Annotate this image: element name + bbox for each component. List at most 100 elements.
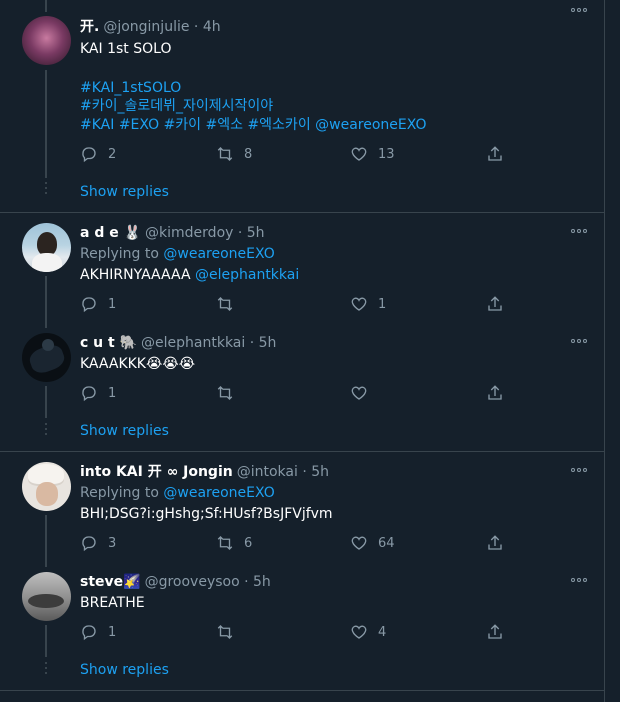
user-handle[interactable]: @kimderdoy bbox=[145, 225, 233, 241]
tweet-time[interactable]: · 5h bbox=[250, 335, 277, 351]
reply-button[interactable]: 3 bbox=[80, 533, 116, 553]
reply-count: 1 bbox=[108, 385, 117, 401]
retweet-button[interactable]: 8 bbox=[216, 144, 252, 164]
user-handle[interactable]: @intokai bbox=[237, 464, 298, 480]
share-button[interactable] bbox=[486, 144, 514, 164]
share-button[interactable] bbox=[486, 383, 514, 403]
like-count: 4 bbox=[378, 624, 387, 640]
retweet-button[interactable]: 6 bbox=[216, 533, 252, 553]
retweet-count: 8 bbox=[244, 146, 253, 162]
hashtags-and-mention[interactable]: #KAI #EXO #카이 #엑소 #엑소카이 @weareoneEXO bbox=[80, 116, 426, 134]
retweet-icon bbox=[217, 297, 233, 311]
reply-button[interactable]: 1 bbox=[80, 383, 116, 403]
like-count: 64 bbox=[378, 535, 395, 551]
reply-icon bbox=[82, 386, 96, 402]
more-options-icon[interactable] bbox=[571, 578, 589, 584]
replying-to-handle[interactable]: @weareoneEXO bbox=[163, 246, 274, 262]
retweet-icon bbox=[217, 536, 233, 550]
tweet[interactable]: a d e 🐰 @kimderdoy · 5h Replying to @wear… bbox=[0, 213, 604, 333]
timeline-border bbox=[604, 0, 605, 702]
hashtag[interactable]: #KAI_1stSOLO bbox=[80, 79, 181, 97]
reply-icon bbox=[82, 297, 96, 313]
thread-gap-dots bbox=[45, 182, 47, 197]
thread-gap-dots bbox=[45, 423, 47, 438]
tweet-header: into KAI 开 ∞ Jongin @intokai · 5h bbox=[80, 463, 329, 481]
replying-to-handle[interactable]: @weareoneEXO bbox=[163, 485, 274, 501]
replying-to: Replying to @weareoneEXO bbox=[80, 245, 275, 263]
retweet-icon bbox=[217, 386, 233, 400]
tweet-actions: 1 bbox=[80, 383, 510, 403]
share-icon bbox=[488, 296, 502, 311]
tweet-text: BHI;DSG?i:gHshg;Sf:HUsf?BsJFVjfvm bbox=[80, 506, 333, 522]
share-button[interactable] bbox=[486, 622, 514, 642]
user-handle[interactable]: @elephantkkai bbox=[141, 335, 245, 351]
retweet-button[interactable] bbox=[216, 383, 244, 403]
tweet-actions: 2 8 13 bbox=[80, 144, 510, 164]
tweet-time[interactable]: · 5h bbox=[244, 574, 271, 590]
like-button[interactable] bbox=[350, 383, 378, 403]
retweet-button[interactable] bbox=[216, 294, 244, 314]
show-replies-link[interactable]: Show replies bbox=[80, 184, 169, 200]
tweet-header: 开. @jonginjulie · 4h bbox=[80, 18, 221, 36]
tweet-header: steve🌠 @grooveysoo · 5h bbox=[80, 573, 271, 591]
display-name[interactable]: into KAI 开 ∞ Jongin bbox=[80, 464, 233, 480]
like-count: 1 bbox=[378, 296, 387, 312]
like-button[interactable]: 4 bbox=[350, 622, 386, 642]
share-button[interactable] bbox=[486, 294, 514, 314]
tweet[interactable]: into KAI 开 ∞ Jongin @intokai · 5h Replyin… bbox=[0, 452, 604, 572]
replying-to-label: Replying to bbox=[80, 485, 159, 501]
tweet[interactable]: c u t 🐘 @elephantkkai · 5h KAAAKKK😭😭😭 1 S… bbox=[0, 333, 604, 451]
show-replies-link[interactable]: Show replies bbox=[80, 662, 169, 678]
reply-button[interactable]: 2 bbox=[80, 144, 116, 164]
retweet-icon bbox=[217, 625, 233, 639]
tweet-actions: 1 4 bbox=[80, 622, 510, 642]
tweet-text: AKHIRNYAAAAA @elephantkkai bbox=[80, 266, 299, 284]
display-name[interactable]: c u t 🐘 bbox=[80, 335, 137, 351]
share-icon bbox=[488, 624, 502, 639]
tweet-header: a d e 🐰 @kimderdoy · 5h bbox=[80, 224, 265, 242]
reply-icon bbox=[82, 625, 96, 641]
heart-icon bbox=[351, 147, 367, 161]
reply-count: 3 bbox=[108, 535, 117, 551]
like-button[interactable]: 1 bbox=[350, 294, 386, 314]
reply-button[interactable]: 1 bbox=[80, 622, 116, 642]
display-name[interactable]: 开. bbox=[80, 19, 99, 35]
more-options-icon[interactable] bbox=[571, 8, 589, 14]
like-button[interactable]: 64 bbox=[350, 533, 395, 553]
heart-icon bbox=[351, 297, 367, 311]
tweet-actions: 1 1 bbox=[80, 294, 510, 314]
more-options-icon[interactable] bbox=[571, 229, 589, 235]
display-name[interactable]: steve🌠 bbox=[80, 574, 141, 590]
tweet-text: KAAAKKK😭😭😭 bbox=[80, 356, 196, 372]
tweet-header: c u t 🐘 @elephantkkai · 5h bbox=[80, 334, 276, 352]
tweet-time[interactable]: · 5h bbox=[238, 225, 265, 241]
user-handle[interactable]: @jonginjulie bbox=[103, 19, 189, 35]
retweet-count: 6 bbox=[244, 535, 253, 551]
replying-to: Replying to @weareoneEXO bbox=[80, 484, 275, 502]
share-icon bbox=[488, 535, 502, 550]
show-replies-link[interactable]: Show replies bbox=[80, 423, 169, 439]
reply-icon bbox=[82, 147, 96, 163]
share-button[interactable] bbox=[486, 533, 514, 553]
like-button[interactable]: 13 bbox=[350, 144, 395, 164]
mention-link[interactable]: @elephantkkai bbox=[195, 267, 299, 283]
reply-icon bbox=[82, 536, 96, 552]
heart-icon bbox=[351, 386, 367, 400]
retweet-button[interactable] bbox=[216, 622, 244, 642]
tweet-actions: 3 6 64 bbox=[80, 533, 510, 553]
tweet[interactable]: steve🌠 @grooveysoo · 5h BREATHE 1 4 Show … bbox=[0, 572, 604, 690]
tweet-time[interactable]: · 5h bbox=[302, 464, 329, 480]
tweet[interactable]: 开. @jonginjulie · 4h KAI 1st SOLO #KAI_1s… bbox=[0, 0, 604, 212]
more-options-icon[interactable] bbox=[571, 468, 589, 474]
replying-to-label: Replying to bbox=[80, 246, 159, 262]
more-options-icon[interactable] bbox=[571, 339, 589, 345]
heart-icon bbox=[351, 625, 367, 639]
hashtag[interactable]: #카이_솔로데뷔_자이제시작이야 bbox=[80, 97, 273, 115]
tweet-time[interactable]: · 4h bbox=[194, 19, 221, 35]
reply-count: 1 bbox=[108, 296, 117, 312]
user-handle[interactable]: @grooveysoo bbox=[145, 574, 240, 590]
display-name[interactable]: a d e 🐰 bbox=[80, 225, 141, 241]
reply-button[interactable]: 1 bbox=[80, 294, 116, 314]
tweet-text: BREATHE bbox=[80, 595, 145, 611]
retweet-icon bbox=[217, 147, 233, 161]
